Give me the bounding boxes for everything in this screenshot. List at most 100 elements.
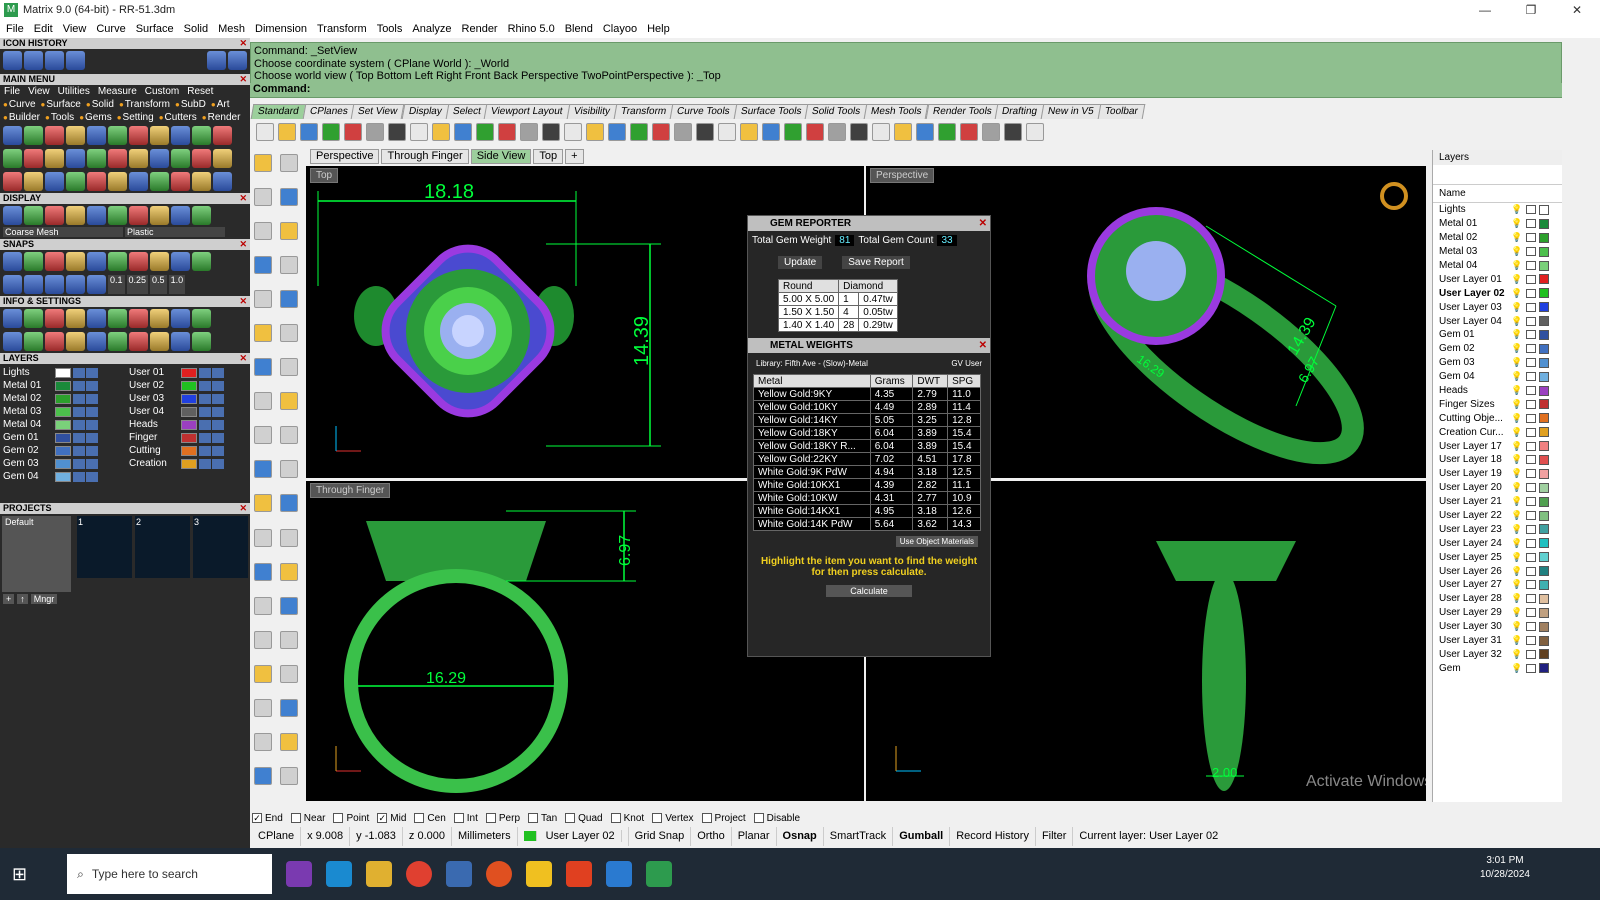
checkbox[interactable] (453, 813, 464, 823)
left-layer-row[interactable]: Metal 01 (3, 379, 123, 392)
tool-icon[interactable] (45, 172, 64, 191)
maximize-button[interactable]: ❐ (1508, 0, 1554, 20)
side-tool-icon[interactable] (254, 494, 272, 513)
layer-color[interactable] (1539, 593, 1549, 604)
lock-icon[interactable] (1526, 511, 1536, 521)
tool-icon[interactable] (108, 252, 127, 271)
layer-color[interactable] (1539, 607, 1549, 618)
lock-icon[interactable] (1526, 524, 1536, 534)
lock-icon[interactable] (1526, 636, 1536, 646)
lock-icon[interactable] (212, 458, 224, 469)
project-default[interactable]: Default (2, 516, 71, 592)
tool-icon[interactable] (24, 126, 43, 145)
layer-row[interactable]: User Layer 29 💡 (1433, 606, 1562, 620)
record-history-toggle[interactable]: Record History (950, 827, 1036, 846)
manager-button[interactable]: Mngr (30, 594, 58, 604)
lock-icon[interactable] (212, 406, 224, 417)
layer-row[interactable]: User Layer 01 💡 (1433, 272, 1562, 286)
close-icon[interactable]: ✕ (239, 74, 247, 85)
layer-color[interactable] (1539, 288, 1549, 299)
tab-transform[interactable]: Transform (613, 104, 674, 119)
lock-icon[interactable] (1526, 302, 1536, 312)
lock-icon[interactable] (86, 445, 98, 456)
left-layer-row[interactable]: Lights (3, 366, 123, 379)
toolbar-icon[interactable] (322, 123, 340, 141)
toolbar-icon[interactable] (432, 123, 450, 141)
through-finger-viewport-label[interactable]: Through Finger (310, 483, 391, 498)
tool-icon[interactable] (171, 126, 190, 145)
layer-row[interactable]: User Layer 03 💡 (1433, 300, 1562, 314)
lock-icon[interactable] (212, 445, 224, 456)
layer-row[interactable]: User Layer 30 💡 (1433, 620, 1562, 634)
metal-row[interactable]: Yellow Gold:10KY 4.49 2.89 11.4 (753, 400, 981, 414)
layer-color[interactable] (55, 406, 71, 417)
menu-item-tools[interactable]: Tools (377, 23, 403, 35)
tool-icon[interactable] (66, 206, 85, 225)
osnap-disable[interactable]: Disable (753, 813, 800, 824)
tool-icon[interactable] (24, 149, 43, 168)
lock-icon[interactable] (1526, 205, 1536, 215)
layer-row[interactable]: Lights 💡 (1433, 203, 1562, 217)
save-report-button[interactable]: Save Report (842, 256, 910, 269)
tool-icon[interactable] (3, 332, 22, 351)
tool-icon[interactable] (66, 172, 85, 191)
lock-icon[interactable] (1526, 386, 1536, 396)
tool-icon[interactable] (108, 149, 127, 168)
brave-icon[interactable] (566, 861, 593, 887)
visible-icon[interactable] (199, 419, 211, 430)
menu-item-clayoo[interactable]: Clayoo (603, 23, 637, 35)
checkbox[interactable] (290, 813, 301, 823)
layer-color[interactable] (1539, 663, 1549, 674)
tool-icon[interactable] (213, 126, 232, 145)
lock-icon[interactable] (1526, 538, 1536, 548)
tool-icon[interactable] (129, 206, 148, 225)
menu-item-render[interactable]: Render (462, 23, 498, 35)
toolbar-icon[interactable] (674, 123, 692, 141)
lock-icon[interactable] (1526, 580, 1536, 590)
calculate-button[interactable]: Calculate (826, 585, 912, 597)
lightbulb-icon[interactable]: 💡 (1511, 482, 1523, 493)
tool-icon[interactable] (45, 126, 64, 145)
perspective-viewport-label[interactable]: Perspective (870, 168, 935, 183)
lock-icon[interactable] (1526, 372, 1536, 382)
side-tool-icon[interactable] (280, 528, 298, 547)
history-icon-4[interactable] (66, 51, 85, 70)
toolbar-icon[interactable] (696, 123, 714, 141)
menu-item-dimension[interactable]: Dimension (255, 23, 307, 35)
layer-color[interactable] (1539, 468, 1549, 479)
visible-icon[interactable] (73, 432, 85, 443)
lightbulb-icon[interactable]: 💡 (1511, 385, 1523, 396)
tool-icon[interactable] (87, 309, 106, 328)
tool-icon[interactable] (66, 252, 85, 271)
layer-color[interactable] (1539, 441, 1549, 452)
layer-color[interactable] (1539, 232, 1549, 243)
layer-row[interactable]: User Layer 20 💡 (1433, 481, 1562, 495)
layer-color[interactable] (1539, 579, 1549, 590)
layer-row[interactable]: User Layer 21 💡 (1433, 495, 1562, 509)
matrix-icon[interactable] (646, 861, 673, 887)
tool-icon[interactable] (108, 206, 127, 225)
lock-icon[interactable] (1526, 330, 1536, 340)
tab-curve-tools[interactable]: Curve Tools (669, 104, 737, 119)
layer-color[interactable] (1539, 329, 1549, 340)
layer-row[interactable]: Gem 04 💡 (1433, 370, 1562, 384)
toolbar-icon[interactable] (740, 123, 758, 141)
tool-icon[interactable] (87, 172, 106, 191)
right-layer-row[interactable]: Heads (129, 418, 249, 431)
tab-render-tools[interactable]: Render Tools (925, 104, 999, 119)
close-icon[interactable]: ✕ (979, 216, 987, 231)
toolbar-icon[interactable] (718, 123, 736, 141)
checkbox[interactable] (528, 813, 539, 823)
osnap-vertex[interactable]: Vertex (652, 813, 694, 824)
tool-icon[interactable] (192, 309, 211, 328)
menu-item-surface[interactable]: Surface (136, 23, 174, 35)
lock-icon[interactable] (212, 432, 224, 443)
close-icon[interactable]: ✕ (239, 239, 247, 250)
lock-icon[interactable] (1526, 316, 1536, 326)
layer-row[interactable]: Metal 01 💡 (1433, 217, 1562, 231)
snap-value[interactable]: 0.25 (126, 275, 149, 294)
tab-viewport-layout[interactable]: Viewport Layout (483, 104, 571, 119)
tool-icon[interactable] (171, 332, 190, 351)
builder-builder[interactable]: Builder (3, 112, 40, 123)
forward-arrow-icon[interactable] (228, 51, 247, 70)
